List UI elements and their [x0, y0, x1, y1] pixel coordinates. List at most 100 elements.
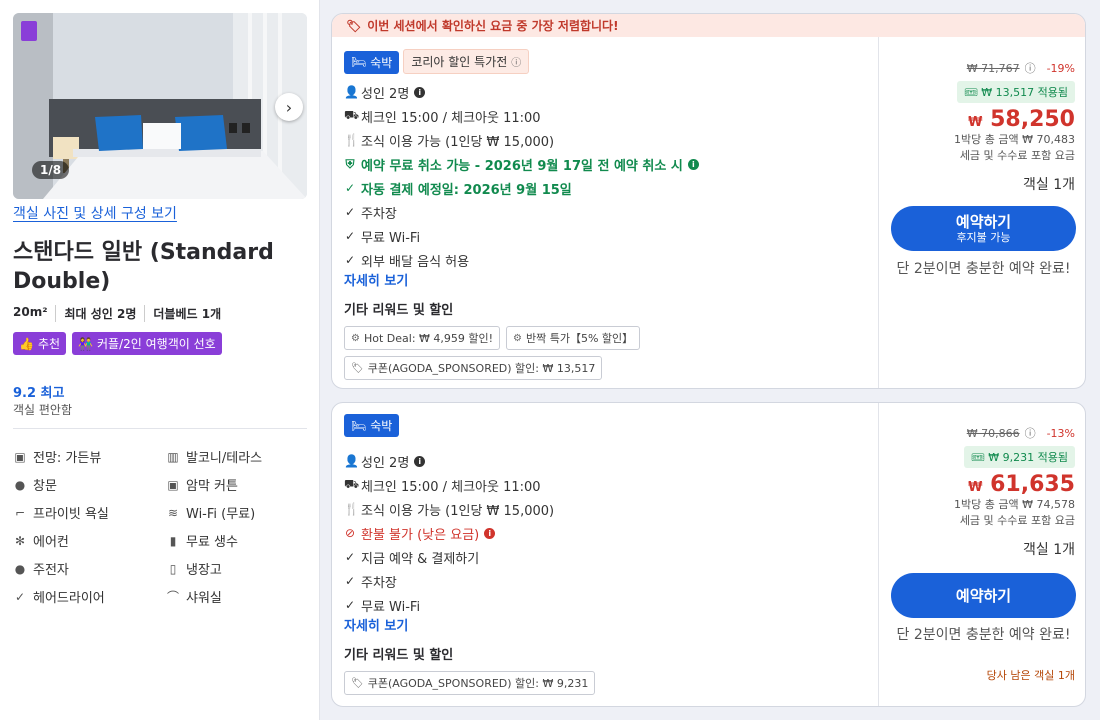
tag-icon: 🏷 — [351, 362, 364, 374]
thumbs-up-icon: 👍 — [19, 336, 34, 351]
room-tags: 👍 추천 👫 커플/2인 여행객이 선호 — [13, 332, 222, 355]
coupon-applied-badge: 🎟 ₩ 9,231 적용됨 — [963, 446, 1075, 468]
price-box: ₩ 71,767 ⓘ -19% 🎟 ₩ 13,517 적용됨 ₩ 58,250 … — [954, 60, 1075, 194]
feature-label: 성인 2명 — [361, 86, 410, 102]
book-button-label: 예약하기 — [955, 213, 1012, 231]
coupon-applied-label: ₩ 13,517 적용됨 — [981, 86, 1068, 99]
info-icon[interactable]: i — [414, 455, 426, 467]
book-button[interactable]: 예약하기 — [891, 573, 1076, 618]
person-icon: 👤 — [344, 454, 359, 468]
feature-label: 무료 Wi-Fi — [361, 230, 421, 246]
amenity-item: ✻ 에어컨 — [13, 531, 166, 551]
kettle-icon: ● — [14, 561, 26, 576]
water-icon: ▮ — [169, 533, 177, 548]
feature-list: 👤 성인 2명 i ⛟ 체크인 15:00 / 체크아웃 11:00 🍴 조식 이용 가… — [344, 80, 878, 272]
currency-symbol: ₩ — [968, 480, 983, 495]
person-icon: 👤 — [344, 85, 359, 99]
book-button[interactable]: 예약하기 후지불 가능 — [891, 206, 1076, 251]
utensils-icon: 🍴 — [344, 502, 359, 516]
feature-item: ⛨ 예약 무료 취소 가능 - 2026년 9월 17일 전 예약 취소 시 i — [344, 152, 878, 176]
amenity-item: ● 창문 — [13, 475, 166, 495]
room-specs: 20m² 최대 성인 2명 더블베드 1개 — [13, 305, 237, 322]
check-icon: ✓ — [344, 550, 356, 564]
feature-label: 지금 예약 & 결제하기 — [361, 551, 480, 567]
room-photos-link[interactable]: 객실 사진 및 상세 구성 보기 — [13, 203, 177, 223]
shower-icon: ⌒ — [166, 590, 179, 604]
price-value: 58,250 — [990, 107, 1075, 132]
offer-badges: 🛏 숙박 — [344, 414, 878, 437]
amenity-label: 프라이빗 욕실 — [33, 507, 109, 522]
coupon-applied-label: ₩ 9,231 적용됨 — [988, 451, 1068, 464]
amenity-label: Wi-Fi (무료) — [186, 507, 256, 522]
amenity-item: ⌒ 샤워실 — [166, 587, 307, 606]
tag-icon: 🏷 — [346, 18, 362, 33]
bed-icon: 🛏 — [351, 55, 367, 69]
gear-icon: ⚙ — [351, 332, 360, 344]
reward-chip: ⚙ Hot Deal: ₩ 4,959 할인! — [344, 326, 501, 350]
tag-label: 커플/2인 여행객이 선호 — [97, 337, 216, 351]
amenity-item: ✓ 헤어드라이어 — [13, 587, 166, 607]
stay-badge: 🛏 숙박 — [344, 414, 400, 437]
feature-label: 자동 결제 예정일: 2026년 9월 15일 — [361, 182, 572, 198]
promo-badge[interactable]: 코리아 할인 특가전 ⓘ — [403, 49, 530, 74]
feature-label: 주차장 — [361, 206, 397, 222]
view-icon: ▣ — [14, 449, 26, 464]
feature-list: 👤 성인 2명 i ⛟ 체크인 15:00 / 체크아웃 11:00 🍴 조식 이용 가… — [344, 449, 878, 617]
more-details-link[interactable]: 자세히 보기 — [344, 615, 878, 634]
amenity-item: ● 주전자 — [13, 559, 166, 579]
book-button-sub: 후지불 가능 — [956, 231, 1011, 244]
price-box: ₩ 70,866 ⓘ -13% 🎟 ₩ 9,231 적용됨 ₩ 61,635 1… — [954, 425, 1075, 559]
photo-counter: 1/8 — [32, 161, 70, 179]
amenity-label: 암막 커튼 — [186, 479, 238, 494]
total-per-night: 1박당 총 금액 ₩ 70,483 — [954, 133, 1075, 146]
check-icon: ✓ — [344, 574, 356, 588]
checkin-icon: ⛟ — [344, 108, 360, 122]
feature-item: 👤 성인 2명 i — [344, 449, 878, 473]
hairdryer-icon: ✓ — [14, 589, 26, 604]
chevron-right-icon[interactable]: › — [275, 93, 303, 121]
amenity-item: ▥ 발코니/테라스 — [166, 447, 307, 467]
offer-details: 🛏 숙박 코리아 할인 특가전 ⓘ 👤 성인 2명 i ⛟ 체크인 15:00 / 체크아웃… — [332, 37, 878, 388]
feature-label: 무료 Wi-Fi — [361, 599, 421, 615]
total-per-night: 1박당 총 금액 ₩ 74,578 — [954, 498, 1075, 511]
discount-percent: -19% — [1046, 61, 1075, 75]
promo-ribbon-icon — [21, 21, 37, 41]
quick-booking-note: 단 2분이면 충분한 예약 완료! — [896, 261, 1071, 277]
promo-label: 코리아 할인 특가전 — [411, 55, 508, 69]
coupon-applied-badge: 🎟 ₩ 13,517 적용됨 — [956, 81, 1075, 103]
amenity-item: ▣ 전망: 가든뷰 — [13, 447, 166, 467]
offer-details: 🛏 숙박 👤 성인 2명 i ⛟ 체크인 15:00 / 체크아웃 11:00 🍴 조식 … — [332, 403, 878, 706]
feature-item: ⛟ 체크인 15:00 / 체크아웃 11:00 — [344, 473, 878, 497]
shield-check-icon: ⛨ — [345, 156, 355, 171]
cheapest-banner: 🏷 이번 세션에서 확인하신 요금 중 가장 저렴합니다! — [332, 14, 1085, 37]
feature-item: ✓ 지금 예약 & 결제하기 — [344, 545, 878, 569]
more-details-link[interactable]: 자세히 보기 — [344, 270, 878, 289]
info-icon[interactable]: i — [484, 527, 496, 539]
amenity-label: 헤어드라이어 — [33, 591, 105, 606]
rooms-left-note: 당사 남은 객실 1개 — [986, 669, 1075, 682]
ticket-icon: 🎟 — [970, 451, 985, 464]
tax-note: 세금 및 수수료 포함 요금 — [959, 514, 1075, 527]
rewards-title: 기타 리워드 및 할인 — [344, 303, 454, 318]
feature-label: 체크인 15:00 / 체크아웃 11:00 — [361, 110, 541, 126]
amenity-label: 샤워실 — [186, 591, 222, 606]
quick-booking-note: 단 2분이면 충분한 예약 완료! — [896, 627, 1071, 643]
info-icon[interactable]: i — [414, 86, 426, 98]
gear-icon: ⚙ — [513, 332, 522, 344]
original-price-line: ₩ 71,767 ⓘ -19% — [954, 60, 1075, 76]
feature-item: 👤 성인 2명 i — [344, 80, 878, 104]
info-icon[interactable]: ⓘ — [1025, 60, 1036, 76]
tag-label: 추천 — [37, 337, 61, 351]
rewards-chips: 🏷 쿠폰(AGODA_SPONSORED) 할인: ₩ 9,231 — [344, 671, 674, 695]
check-icon: ✓ — [344, 253, 356, 267]
info-icon: ⓘ — [511, 58, 522, 69]
tag-icon: 🏷 — [351, 677, 364, 689]
amenity-label: 전망: 가든뷰 — [33, 451, 102, 466]
feature-item: ⊘ 환불 불가 (낮은 요금) i — [344, 521, 878, 545]
info-icon[interactable]: i — [687, 158, 699, 170]
offer-price-column: ₩ 70,866 ⓘ -13% 🎟 ₩ 9,231 적용됨 ₩ 61,635 1… — [878, 403, 1085, 706]
room-photo[interactable]: › 1/8 — [13, 13, 307, 199]
amenity-label: 주전자 — [33, 563, 69, 578]
info-icon[interactable]: ⓘ — [1025, 425, 1036, 441]
feature-label: 성인 2명 — [361, 455, 410, 471]
